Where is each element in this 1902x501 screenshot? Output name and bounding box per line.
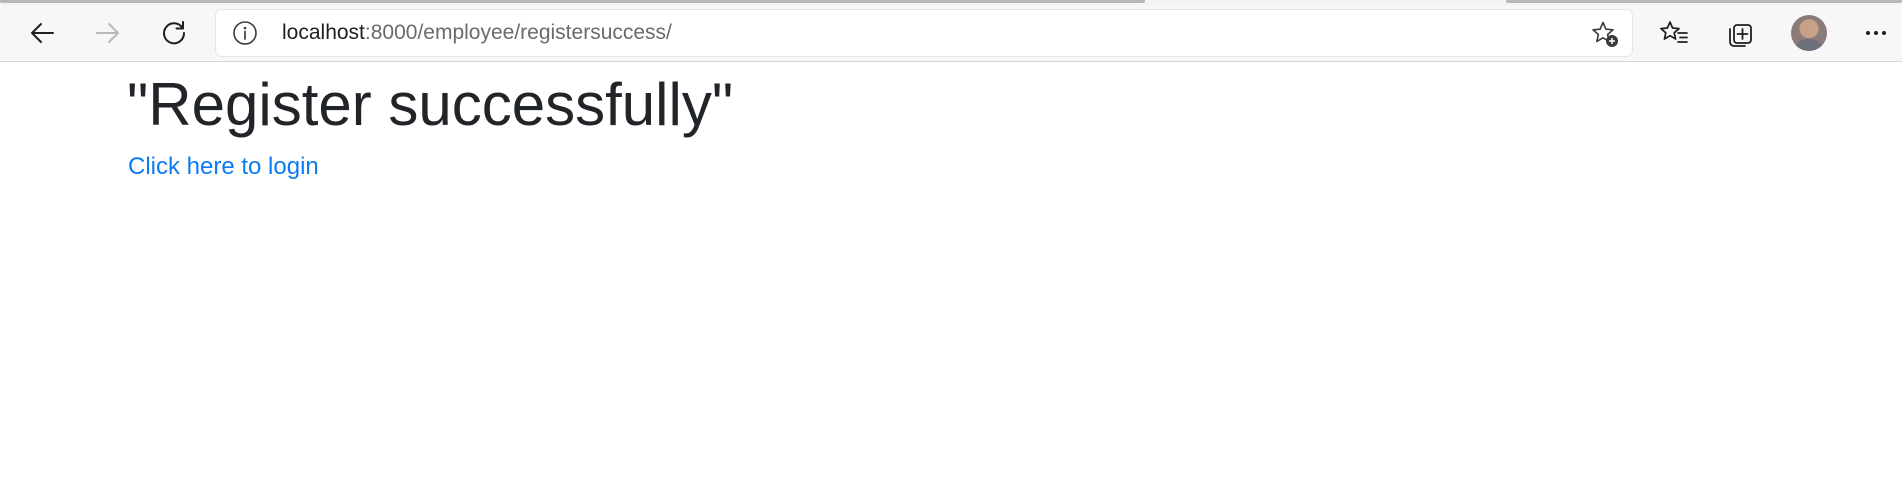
more-menu-button[interactable] [1854,11,1898,55]
url-path: :8000/employee/registersuccess/ [364,21,672,44]
info-icon [233,21,257,45]
tab-edge-right[interactable] [1506,0,1902,3]
browser-toolbar: localhost:8000/employee/registersuccess/ [0,5,1902,62]
address-bar[interactable]: localhost:8000/employee/registersuccess/ [216,10,1632,56]
url-text[interactable]: localhost:8000/employee/registersuccess/ [282,10,672,56]
refresh-icon [163,21,186,45]
favorites-button[interactable] [1652,11,1696,55]
login-link[interactable]: Click here to login [128,151,319,183]
star-add-icon [1592,21,1618,47]
more-icon [1866,31,1886,35]
favorites-icon [1660,21,1688,43]
site-info-button[interactable] [232,20,258,46]
collections-icon [1729,24,1752,47]
add-favorite-button[interactable] [1590,19,1620,49]
refresh-button[interactable] [152,11,196,55]
url-host: localhost [282,21,365,44]
page-title: "Register successfully" [127,71,734,138]
avatar[interactable] [1791,15,1827,51]
back-button[interactable] [20,11,64,55]
tab-edge-left[interactable] [0,0,1145,3]
collections-button[interactable] [1718,11,1762,55]
back-arrow-icon [31,23,54,43]
forward-arrow-icon [96,23,119,43]
forward-button[interactable] [86,11,130,55]
